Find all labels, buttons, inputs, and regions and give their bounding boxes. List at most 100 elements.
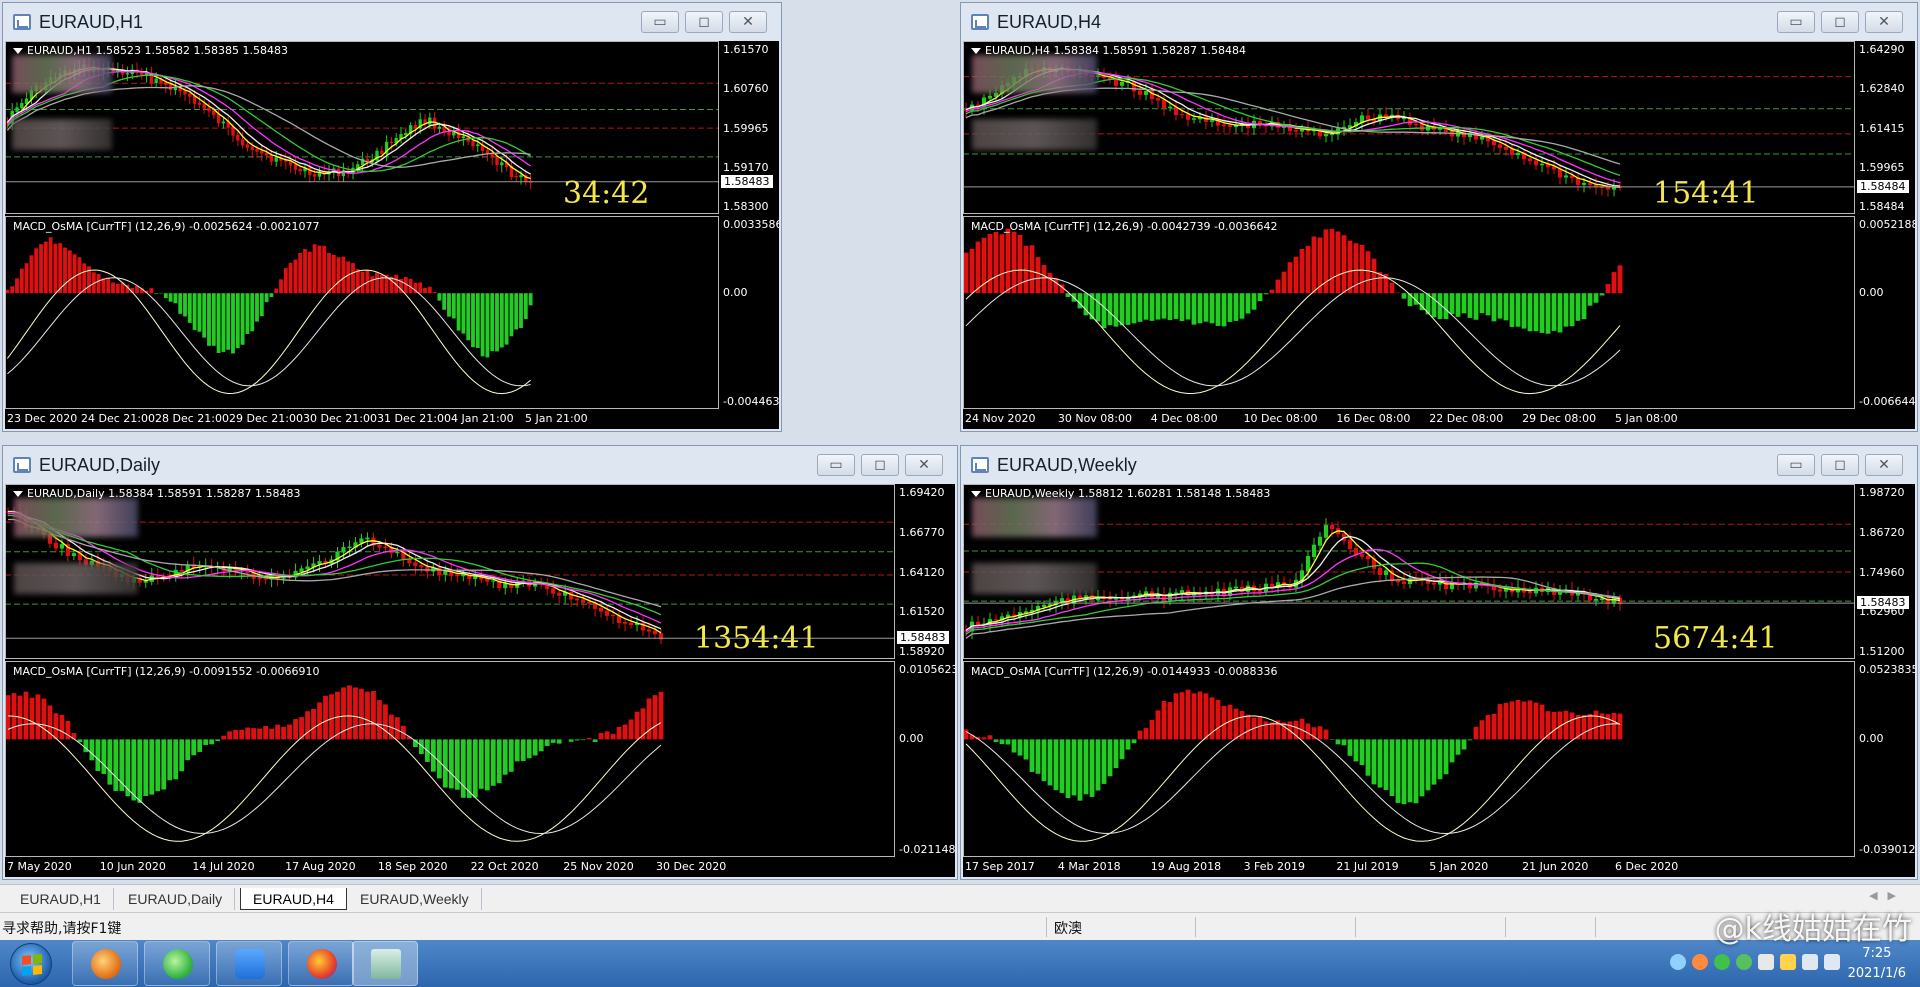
- time-axis-label: 19 Aug 2018: [1150, 860, 1222, 873]
- wechat-icon: [163, 949, 193, 979]
- maximize-button[interactable]: ◻: [1821, 454, 1859, 476]
- time-axis-label: 6 Dec 2020: [1615, 860, 1679, 873]
- time-axis-label: 10 Jun 2020: [99, 860, 166, 873]
- chart-ohlc-header: EURAUD,Weekly 1.58812 1.60281 1.58148 1.…: [971, 487, 1270, 500]
- time-axis-label: 25 Nov 2020: [563, 860, 634, 873]
- macd-axis-label: 0.00: [723, 286, 748, 300]
- firefox-icon: [307, 949, 337, 979]
- price-axis-label: 1.62840: [1859, 82, 1905, 96]
- macd-plot-border: [5, 216, 719, 409]
- window-titlebar[interactable]: EURAUD,H1 ▭ ◻ ✕: [3, 3, 781, 41]
- close-button[interactable]: ✕: [1865, 11, 1903, 33]
- minimize-button[interactable]: ▭: [641, 11, 679, 33]
- minimize-button[interactable]: ▭: [1777, 11, 1815, 33]
- minimize-button[interactable]: ▭: [1777, 454, 1815, 476]
- chart-window-icon: [13, 457, 31, 473]
- chart-window-daily[interactable]: EURAUD,Daily ▭ ◻ ✕ EURAUD,Daily 1.58384 …: [2, 445, 958, 880]
- notes-icon: [235, 949, 265, 979]
- tray-messenger-icon[interactable]: [1736, 954, 1752, 970]
- obscured-overlay: [12, 54, 113, 93]
- taskbar-clock[interactable]: 7:25 2021/1/6: [1848, 944, 1906, 984]
- tray-flag-icon[interactable]: [1758, 954, 1774, 970]
- tab-euraud-weekly[interactable]: EURAUD,Weekly: [348, 888, 482, 910]
- price-axis-label: 1.58920: [899, 645, 945, 658]
- price-axis-label: 1.51200: [1859, 645, 1905, 658]
- macd-axis-label: 0.0105623: [899, 663, 955, 676]
- close-button[interactable]: ✕: [905, 454, 943, 476]
- chart-window-weekly[interactable]: EURAUD,Weekly ▭ ◻ ✕ EURAUD,Weekly 1.5881…: [960, 445, 1918, 880]
- maximize-button[interactable]: ◻: [861, 454, 899, 476]
- tray-app-icon[interactable]: [1692, 954, 1708, 970]
- window-title: EURAUD,H4: [997, 11, 1102, 32]
- chart-window-h1[interactable]: EURAUD,H1 ▭ ◻ ✕ EURAUD,H1 1.58523 1.5858…: [2, 2, 782, 432]
- chart-canvas[interactable]: EURAUD,Weekly 1.58812 1.60281 1.58148 1.…: [963, 484, 1915, 877]
- chart-ohlc-header: EURAUD,H1 1.58523 1.58582 1.58385 1.5848…: [13, 44, 288, 57]
- chart-canvas[interactable]: EURAUD,H4 1.58384 1.58591 1.58287 1.5848…: [963, 41, 1915, 429]
- status-bar: 寻求帮助,请按F1键 欧澳: [0, 912, 1920, 940]
- tab-euraud-h4[interactable]: EURAUD,H4: [240, 888, 347, 910]
- tab-scroll-arrows-icon[interactable]: ◀▶: [1869, 889, 1906, 902]
- macd-header: MACD_OsMA [CurrTF] (12,26,9) -0.0025624 …: [13, 220, 320, 233]
- macd-header: MACD_OsMA [CurrTF] (12,26,9) -0.0144933 …: [971, 665, 1278, 678]
- bar-countdown: 34:42: [563, 176, 650, 211]
- window-title: EURAUD,Weekly: [997, 454, 1137, 475]
- time-axis-label: 17 Sep 2017: [965, 860, 1035, 873]
- price-axis-label: 1.61570: [723, 43, 769, 56]
- chart-canvas[interactable]: EURAUD,Daily 1.58384 1.58591 1.58287 1.5…: [5, 484, 955, 877]
- collapse-arrow-icon[interactable]: [971, 48, 981, 54]
- tab-euraud-daily[interactable]: EURAUD,Daily: [116, 888, 236, 910]
- window-titlebar[interactable]: EURAUD,Daily ▭ ◻ ✕: [3, 446, 957, 484]
- time-axis-label: 5 Jan 21:00: [525, 412, 588, 425]
- start-button[interactable]: [10, 943, 52, 985]
- browser-icon: [91, 949, 121, 979]
- window-titlebar[interactable]: EURAUD,Weekly ▭ ◻ ✕: [961, 446, 1917, 484]
- ohlc-text: EURAUD,Weekly 1.58812 1.60281 1.58148 1.…: [985, 487, 1271, 500]
- tray-update-icon[interactable]: [1780, 954, 1796, 970]
- price-axis-label: 1.58300: [723, 200, 769, 213]
- macd-axis-label: -0.0066448: [1859, 395, 1915, 408]
- tray-volume-icon[interactable]: [1802, 954, 1818, 970]
- maximize-button[interactable]: ◻: [685, 11, 723, 33]
- current-price-tag: 1.58483: [721, 174, 773, 188]
- watermark-text: @k线姑姑在竹: [1714, 912, 1912, 947]
- ohlc-text: EURAUD,H4 1.58384 1.58591 1.58287 1.5848…: [985, 44, 1246, 57]
- status-divider: [1505, 917, 1506, 937]
- taskbar-app-notes[interactable]: [216, 941, 282, 986]
- macd-axis-label: 0.0033586: [723, 218, 779, 231]
- window-title: EURAUD,H1: [39, 11, 144, 32]
- taskbar-app-browser[interactable]: [72, 941, 138, 986]
- tray-wechat-icon[interactable]: [1714, 954, 1730, 970]
- macd-plot-border: [5, 661, 895, 857]
- terminal-app: EURAUD,H1 ▭ ◻ ✕ EURAUD,H1 1.58523 1.5858…: [0, 0, 1920, 987]
- tray-network-icon[interactable]: [1670, 954, 1686, 970]
- maximize-button[interactable]: ◻: [1821, 11, 1859, 33]
- macd-axis-label: 0.00: [1859, 732, 1884, 746]
- status-divider: [1595, 917, 1596, 937]
- close-button[interactable]: ✕: [729, 11, 767, 33]
- chart-canvas[interactable]: EURAUD,H1 1.58523 1.58582 1.58385 1.5848…: [5, 41, 779, 429]
- minimize-button[interactable]: ▭: [817, 454, 855, 476]
- collapse-arrow-icon[interactable]: [13, 48, 23, 54]
- collapse-arrow-icon[interactable]: [971, 491, 981, 497]
- time-axis-label: 23 Dec 2020: [7, 412, 78, 425]
- taskbar-app-terminal[interactable]: [352, 941, 418, 986]
- status-divider: [1046, 917, 1047, 937]
- time-axis-label: 4 Dec 08:00: [1150, 412, 1218, 425]
- status-divider: [1195, 917, 1196, 937]
- tray-signal-icon[interactable]: [1824, 954, 1840, 970]
- close-button[interactable]: ✕: [1865, 454, 1903, 476]
- collapse-arrow-icon[interactable]: [13, 491, 23, 497]
- taskbar-app-firefox[interactable]: [288, 941, 354, 986]
- taskbar-app-wechat[interactable]: [144, 941, 210, 986]
- time-axis-label: 29 Dec 08:00: [1522, 412, 1597, 425]
- current-price-tag: 1.58483: [897, 631, 949, 645]
- obscured-overlay: [13, 562, 139, 595]
- time-axis-label: 21 Jun 2020: [1522, 860, 1589, 873]
- chart-window-h4[interactable]: EURAUD,H4 ▭ ◻ ✕ EURAUD,H4 1.58384 1.5859…: [960, 2, 1918, 432]
- window-titlebar[interactable]: EURAUD,H4 ▭ ◻ ✕: [961, 3, 1917, 41]
- time-axis-label: 22 Dec 08:00: [1429, 412, 1504, 425]
- macd-axis-label: -0.0211485: [899, 843, 955, 856]
- taskbar: 7:25 2021/1/6: [0, 940, 1920, 987]
- macd-plot-border: [963, 216, 1855, 409]
- tab-euraud-h1[interactable]: EURAUD,H1: [8, 888, 114, 910]
